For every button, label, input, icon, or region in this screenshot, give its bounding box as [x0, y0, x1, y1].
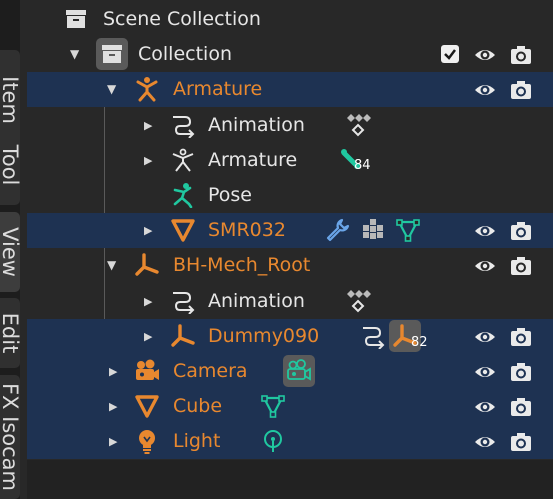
- collection-box-icon: [99, 41, 125, 67]
- camera-render-icon[interactable]: [509, 254, 533, 278]
- pose-icon: [170, 182, 196, 208]
- light-label: Light: [173, 430, 221, 452]
- row-armature-data[interactable]: ▶ Armature 84: [27, 143, 553, 178]
- collection-box-icon: [63, 6, 89, 32]
- outliner-empty-area: [27, 460, 553, 499]
- row-animation[interactable]: ▶ Animation: [27, 284, 553, 319]
- animation-label: Animation: [208, 290, 305, 312]
- tab-edit[interactable]: Edit: [0, 298, 20, 368]
- camera-render-icon[interactable]: [509, 395, 533, 419]
- tab-fx-isocam[interactable]: FX Isocam: [0, 375, 20, 499]
- expand-right-icon[interactable]: ▶: [144, 224, 152, 237]
- camera-render-icon[interactable]: [509, 325, 533, 349]
- eye-icon[interactable]: [473, 430, 497, 454]
- camera-label: Camera: [173, 360, 248, 382]
- wrench-modifier-icon: [325, 217, 351, 243]
- expand-right-icon[interactable]: ▶: [109, 435, 117, 448]
- armature-data-label: Armature: [208, 149, 298, 171]
- camera-object-icon: [134, 358, 160, 384]
- expand-right-icon[interactable]: ▶: [144, 154, 152, 167]
- tab-tool[interactable]: Tool: [0, 125, 20, 205]
- tab-view[interactable]: View: [0, 212, 20, 292]
- animation-label: Animation: [208, 114, 305, 136]
- empty-object-icon: [134, 252, 160, 278]
- eye-icon[interactable]: [473, 254, 497, 278]
- row-scene-collection[interactable]: Scene Collection: [27, 2, 553, 37]
- expand-right-icon[interactable]: ▶: [109, 365, 117, 378]
- expand-right-icon[interactable]: ▶: [109, 400, 117, 413]
- animation-icon: [170, 288, 196, 314]
- row-camera[interactable]: ▶ Camera: [27, 354, 553, 389]
- empty-object-icon: [170, 323, 196, 349]
- light-object-icon: [134, 428, 160, 454]
- row-animation[interactable]: ▶ Animation: [27, 108, 553, 143]
- camera-data-icon: [286, 358, 312, 384]
- row-cube[interactable]: ▶ Cube: [27, 389, 553, 424]
- row-dummy090[interactable]: ▶ Dummy090 82: [27, 319, 553, 354]
- camera-render-icon[interactable]: [509, 219, 533, 243]
- mesh-data-icon: [395, 217, 421, 243]
- vertex-groups-icon: [360, 217, 386, 243]
- eye-icon[interactable]: [473, 219, 497, 243]
- light-data-icon: [260, 428, 286, 454]
- armature-data-icon: [170, 147, 196, 173]
- smr032-label: SMR032: [208, 219, 286, 241]
- camera-render-icon[interactable]: [509, 43, 533, 67]
- armature-object-label: Armature: [173, 78, 263, 100]
- eye-icon[interactable]: [473, 325, 497, 349]
- eye-icon[interactable]: [473, 78, 497, 102]
- scene-collection-label: Scene Collection: [103, 8, 261, 30]
- expand-right-icon[interactable]: ▶: [144, 119, 152, 132]
- eye-icon[interactable]: [473, 360, 497, 384]
- sidebar-tab-strip: Item Tool View Edit FX Isocam: [0, 0, 20, 499]
- expand-down-icon[interactable]: ▼: [70, 47, 79, 61]
- camera-render-icon[interactable]: [509, 78, 533, 102]
- children-count: 82: [411, 335, 428, 350]
- armature-object-icon: [134, 76, 160, 102]
- outliner-panel: Scene Collection ▼ Collection ▼ Armature…: [27, 0, 553, 460]
- row-armature-object[interactable]: ▼ Armature: [27, 72, 553, 107]
- bone-count: 84: [354, 158, 371, 173]
- row-smr032[interactable]: ▶ SMR032: [27, 213, 553, 248]
- expand-right-icon[interactable]: ▶: [144, 330, 152, 343]
- bh-mech-root-label: BH-Mech_Root: [173, 254, 311, 276]
- mesh-object-icon: [134, 393, 160, 419]
- eye-icon[interactable]: [473, 43, 497, 67]
- action-keyframe-icon: [345, 288, 371, 314]
- animation-icon: [360, 323, 386, 349]
- animation-icon: [170, 112, 196, 138]
- exclude-checkbox[interactable]: [441, 45, 459, 63]
- collection-label: Collection: [138, 43, 232, 65]
- dummy090-label: Dummy090: [208, 325, 320, 347]
- eye-icon[interactable]: [473, 395, 497, 419]
- camera-render-icon[interactable]: [509, 360, 533, 384]
- expand-right-icon[interactable]: ▶: [144, 295, 152, 308]
- expand-down-icon[interactable]: ▼: [107, 82, 116, 96]
- cube-label: Cube: [173, 395, 223, 417]
- mesh-data-icon: [260, 393, 286, 419]
- row-pose[interactable]: Pose: [27, 178, 553, 213]
- row-bh-mech-root[interactable]: ▼ BH-Mech_Root: [27, 248, 553, 283]
- row-light[interactable]: ▶ Light: [27, 424, 553, 459]
- expand-down-icon[interactable]: ▼: [107, 258, 116, 272]
- camera-render-icon[interactable]: [509, 430, 533, 454]
- pose-label: Pose: [208, 184, 252, 206]
- action-keyframe-icon: [345, 112, 371, 138]
- row-collection[interactable]: ▼ Collection: [27, 37, 553, 72]
- mesh-object-icon: [170, 217, 196, 243]
